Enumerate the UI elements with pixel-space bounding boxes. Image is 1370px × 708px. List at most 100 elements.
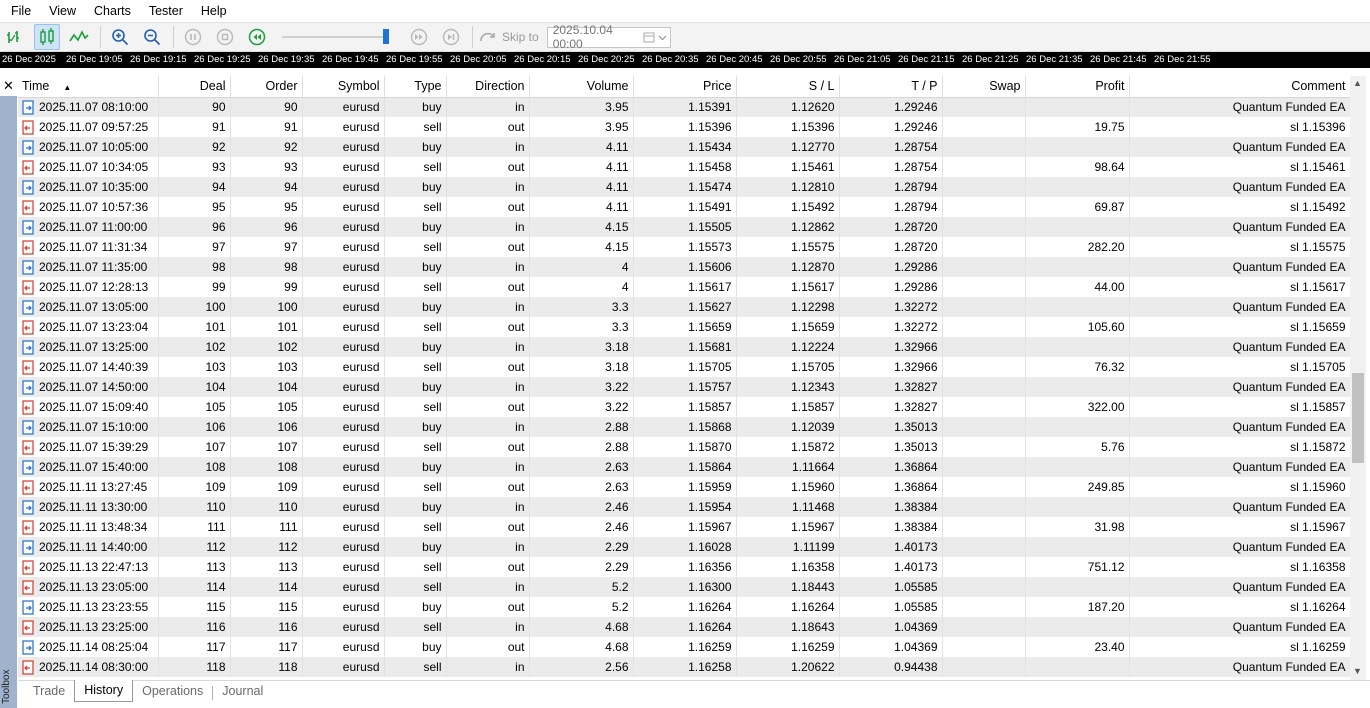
cell-swap	[942, 257, 1026, 277]
table-row[interactable]: 2025.11.07 15:40:00 108 108 eurusd buy in 2.63…	[18, 457, 1350, 477]
cell-direction: out	[446, 357, 530, 377]
menu-tester[interactable]: Tester	[140, 0, 192, 22]
cell-order: 105	[230, 397, 303, 417]
table-row[interactable]: 2025.11.07 11:35:00 98 98 eurusd buy in 4 1.156…	[18, 257, 1350, 277]
table-row[interactable]: 2025.11.14 08:30:00 118 118 eurusd sell in 2.5…	[18, 657, 1350, 677]
cell-sl: 1.15967	[736, 517, 840, 537]
skip-end-button[interactable]	[438, 24, 464, 50]
zoom-in-button[interactable]	[107, 24, 133, 50]
cell-sl: 1.11468	[736, 497, 840, 517]
skip-to-date-field[interactable]: 2025.10.04 00:00	[546, 23, 671, 51]
tab-operations[interactable]: Operations	[133, 681, 212, 702]
table-row[interactable]: 2025.11.07 08:10:00 90 90 eurusd buy in 3.95 1.…	[18, 97, 1350, 117]
rewind-button[interactable]	[244, 24, 270, 50]
column-header-type[interactable]: Type	[384, 76, 447, 98]
cell-deal: 111	[158, 517, 231, 537]
pause-button[interactable]	[180, 24, 206, 50]
menu-help[interactable]: Help	[192, 0, 236, 22]
table-row[interactable]: 2025.11.07 13:25:00 102 102 eurusd buy in 3.18…	[18, 337, 1350, 357]
candlestick-button[interactable]	[34, 24, 60, 50]
cell-comment: sl 1.16259	[1129, 637, 1350, 657]
table-row[interactable]: 2025.11.07 10:05:00 92 92 eurusd buy in 4.11 1.…	[18, 137, 1350, 157]
table-row[interactable]: 2025.11.07 12:28:13 99 99 eurusd sell out 4 1.1…	[18, 277, 1350, 297]
table-row[interactable]: 2025.11.07 14:40:39 103 103 eurusd sell out 3.…	[18, 357, 1350, 377]
column-header-order[interactable]: Order	[230, 76, 303, 98]
table-row[interactable]: 2025.11.07 13:23:04 101 101 eurusd sell out 3.…	[18, 317, 1350, 337]
table-row[interactable]: 2025.11.07 11:31:34 97 97 eurusd sell out 4.15…	[18, 237, 1350, 257]
cell-type: buy	[384, 257, 447, 277]
close-toolbox-button[interactable]: ✕	[0, 76, 17, 96]
cell-volume: 3.95	[529, 97, 634, 117]
table-row[interactable]: 2025.11.13 23:25:00 116 116 eurusd sell in 4.6…	[18, 617, 1350, 637]
column-header-symbol[interactable]: Symbol	[302, 76, 385, 98]
cell-symbol: eurusd	[302, 497, 385, 517]
zoom-out-button[interactable]	[139, 24, 165, 50]
table-row[interactable]: 2025.11.07 15:09:40 105 105 eurusd sell out 3.…	[18, 397, 1350, 417]
column-header-profit[interactable]: Profit	[1025, 76, 1130, 98]
column-header-swap[interactable]: Swap	[942, 76, 1026, 98]
cell-swap	[942, 97, 1026, 117]
cell-type: buy	[384, 637, 447, 657]
table-row[interactable]: 2025.11.11 13:27:45 109 109 eurusd sell out 2.…	[18, 477, 1350, 497]
column-header-price[interactable]: Price	[633, 76, 737, 98]
cell-comment: sl 1.15659	[1129, 317, 1350, 337]
cell-order: 118	[230, 657, 303, 677]
column-header-volume[interactable]: Volume	[529, 76, 634, 98]
cell-volume: 4.11	[529, 197, 634, 217]
line-chart-button[interactable]	[66, 24, 92, 50]
table-row[interactable]: 2025.11.07 10:35:00 94 94 eurusd buy in 4.11 1.…	[18, 177, 1350, 197]
scroll-up-icon[interactable]: ▲	[1353, 78, 1362, 88]
table-row[interactable]: 2025.11.07 14:50:00 104 104 eurusd buy in 3.22…	[18, 377, 1350, 397]
bar-chart-button[interactable]	[2, 24, 28, 50]
tab-trade[interactable]: Trade	[24, 681, 74, 702]
speed-slider[interactable]	[282, 27, 392, 47]
column-header-time[interactable]: Time ▲	[18, 76, 159, 98]
table-row[interactable]: 2025.11.07 13:05:00 100 100 eurusd buy in 3.3 1…	[18, 297, 1350, 317]
pause-icon	[184, 28, 202, 46]
table-row[interactable]: 2025.11.07 10:57:36 95 95 eurusd sell out 4.11…	[18, 197, 1350, 217]
cell-type: sell	[384, 517, 447, 537]
table-row[interactable]: 2025.11.07 15:39:29 107 107 eurusd sell out 2.…	[18, 437, 1350, 457]
scroll-down-icon[interactable]: ▼	[1353, 666, 1362, 676]
column-header-direction[interactable]: Direction	[446, 76, 530, 98]
menu-view[interactable]: View	[40, 0, 85, 22]
tab-journal[interactable]: Journal	[213, 681, 272, 702]
column-header-deal[interactable]: Deal	[158, 76, 231, 98]
menu-file[interactable]: File	[2, 0, 40, 22]
table-row[interactable]: 2025.11.07 09:57:25 91 91 eurusd sell out 3.95…	[18, 117, 1350, 137]
cell-profit	[1025, 257, 1130, 277]
column-header-tp[interactable]: T / P	[839, 76, 943, 98]
cell-volume: 4.11	[529, 177, 634, 197]
table-row[interactable]: 2025.11.07 11:00:00 96 96 eurusd buy in 4.15 1.…	[18, 217, 1350, 237]
stop-button[interactable]	[212, 24, 238, 50]
deal-time: 2025.11.11 14:40:00	[39, 540, 148, 554]
fast-forward-button[interactable]	[406, 24, 432, 50]
time-scale-label: 26 Dec 19:15	[130, 54, 187, 65]
line-chart-icon	[69, 30, 89, 42]
column-header-sl[interactable]: S / L	[736, 76, 840, 98]
menu-charts[interactable]: Charts	[85, 0, 140, 22]
cell-direction: in	[446, 97, 530, 117]
cell-swap	[942, 137, 1026, 157]
deal-time: 2025.11.13 23:05:00	[39, 580, 149, 594]
table-row[interactable]: 2025.11.11 13:30:00 110 110 eurusd buy in 2.46…	[18, 497, 1350, 517]
speed-slider-thumb[interactable]	[383, 29, 389, 44]
cell-comment: sl 1.15705	[1129, 357, 1350, 377]
table-row[interactable]: 2025.11.13 22:47:13 113 113 eurusd sell out 2.…	[18, 557, 1350, 577]
table-row[interactable]: 2025.11.11 13:48:34 111 111 eurusd sell out 2.…	[18, 517, 1350, 537]
table-row[interactable]: 2025.11.07 15:10:00 106 106 eurusd buy in 2.88…	[18, 417, 1350, 437]
scrollbar-thumb[interactable]	[1352, 373, 1364, 463]
cell-order: 109	[230, 477, 303, 497]
column-header-comment[interactable]: Comment	[1129, 76, 1350, 98]
skip-to-button[interactable]: Skip to	[479, 29, 539, 45]
cell-time: 2025.11.07 13:05:00	[18, 297, 159, 317]
table-row[interactable]: 2025.11.07 10:34:05 93 93 eurusd sell out 4.11…	[18, 157, 1350, 177]
vertical-scrollbar[interactable]: ▲ ▼	[1350, 76, 1366, 680]
cell-tp: 1.05585	[839, 577, 943, 597]
toolbar-separator	[100, 26, 101, 48]
table-row[interactable]: 2025.11.13 23:23:55 115 115 eurusd buy out 5.2…	[18, 597, 1350, 617]
table-row[interactable]: 2025.11.14 08:25:04 117 117 eurusd buy out 4.6…	[18, 637, 1350, 657]
tab-history[interactable]: History	[74, 680, 134, 702]
table-row[interactable]: 2025.11.13 23:05:00 114 114 eurusd sell in 5.2…	[18, 577, 1350, 597]
table-row[interactable]: 2025.11.11 14:40:00 112 112 eurusd buy in 2.29…	[18, 537, 1350, 557]
